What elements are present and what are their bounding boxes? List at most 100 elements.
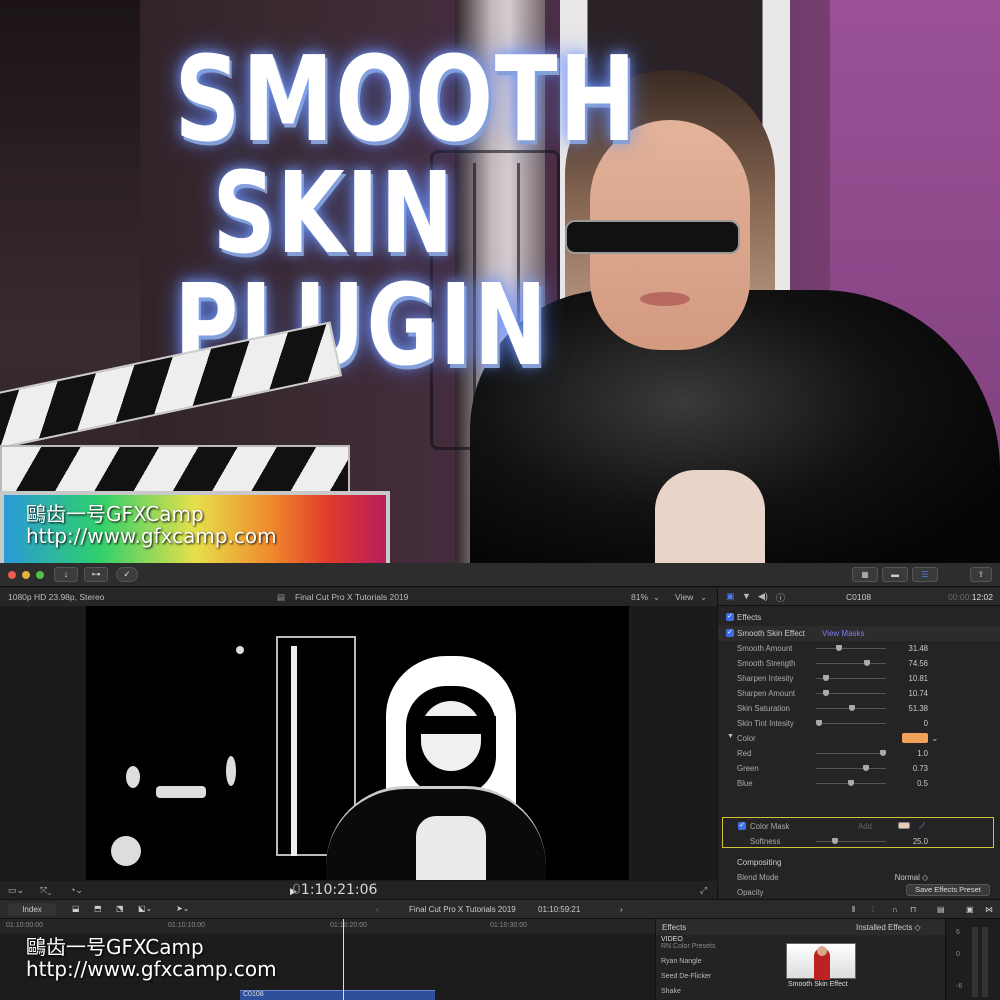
- color-channel-slider[interactable]: [816, 765, 886, 771]
- save-effects-preset-button[interactable]: Save Effects Preset: [906, 884, 990, 896]
- ruler-tick: 01:10:30:00: [490, 922, 527, 929]
- info-inspector-icon[interactable]: ⓘ: [776, 591, 785, 604]
- effect-param-value[interactable]: 74.56: [888, 659, 928, 668]
- slider-knob[interactable]: [863, 765, 869, 771]
- timeline-toggle-icon[interactable]: ▬: [882, 567, 908, 582]
- close-window-button[interactable]: [8, 571, 16, 579]
- slider-knob[interactable]: [848, 780, 854, 786]
- effect-param-row: Smooth Amount 31.48: [718, 641, 1000, 656]
- audio-skimming-icon[interactable]: ⫴: [852, 905, 855, 915]
- viewer-display-icon[interactable]: ▭⌄: [8, 885, 24, 896]
- color-inspector-icon[interactable]: ▼: [742, 591, 751, 601]
- color-channel-label: Red: [737, 749, 752, 758]
- list-item[interactable]: Seed De-Flicker: [661, 973, 711, 980]
- effect-param-slider[interactable]: [816, 705, 886, 711]
- effect-param-slider[interactable]: [816, 660, 886, 666]
- background-tasks-icon[interactable]: ✓: [116, 567, 138, 582]
- viewer[interactable]: [0, 606, 717, 881]
- slider-knob[interactable]: [816, 720, 822, 726]
- effect-thumbnail[interactable]: [786, 943, 856, 980]
- color-channel-value[interactable]: 0.73: [888, 764, 928, 773]
- ruler-tick: 01:10:10:00: [168, 922, 205, 929]
- transform-icon[interactable]: ⤧⌄: [40, 885, 51, 896]
- effects-category-list: VIDEO RN Color Presets Ryan Nangle Seed …: [656, 935, 778, 1000]
- color-channel-row: Red 1.0: [718, 746, 1000, 761]
- list-item[interactable]: Shake: [661, 988, 681, 995]
- effect-param-value[interactable]: 51.38: [888, 704, 928, 713]
- insert-clip-icon[interactable]: ⬒: [94, 904, 102, 913]
- effect-param-value[interactable]: 31.48: [888, 644, 928, 653]
- effect-param-slider[interactable]: [816, 675, 886, 681]
- forward-icon[interactable]: ›: [620, 905, 623, 914]
- speed-icon[interactable]: ◔⌄: [70, 885, 83, 896]
- headphones-icon[interactable]: ∩: [892, 905, 898, 914]
- select-tool-icon[interactable]: ➤⌄: [176, 904, 189, 913]
- browser-toggle-icon[interactable]: ▦: [852, 567, 878, 582]
- slider-knob[interactable]: [880, 750, 886, 756]
- color-mask-add[interactable]: Add: [858, 822, 872, 831]
- mask-color-swatch[interactable]: [898, 822, 910, 829]
- transitions-browser-icon[interactable]: ⋈: [985, 905, 993, 914]
- color-channel-slider[interactable]: [816, 780, 886, 786]
- audio-meters: 6 0 -6: [945, 919, 1000, 1000]
- effect-param-value[interactable]: 10.81: [888, 674, 928, 683]
- slider-knob[interactable]: [823, 690, 829, 696]
- zoom-menu[interactable]: 81%: [631, 592, 648, 602]
- skimming-icon[interactable]: ⫶: [872, 905, 874, 915]
- effect-param-slider[interactable]: [816, 645, 886, 651]
- color-channel-label: Blue: [737, 779, 753, 788]
- overwrite-clip-icon[interactable]: ⬕⌄: [138, 904, 152, 913]
- slider-knob[interactable]: [849, 705, 855, 711]
- smooth-skin-checkbox[interactable]: ✓: [726, 629, 734, 637]
- color-channel-slider[interactable]: [816, 750, 886, 756]
- zoom-window-button[interactable]: [36, 571, 44, 579]
- list-item[interactable]: Ryan Nangle: [661, 958, 701, 965]
- eyedropper-icon[interactable]: ⟋: [919, 821, 925, 832]
- watermark-name: 鷗齿一号GFXCamp: [26, 502, 204, 526]
- list-item[interactable]: RN Color Presets: [661, 943, 715, 950]
- effect-param-value[interactable]: 10.74: [888, 689, 928, 698]
- inspector-toggle-icon[interactable]: ☰: [912, 567, 938, 582]
- effect-param-value[interactable]: 0: [888, 719, 928, 728]
- color-well[interactable]: [902, 733, 928, 743]
- color-channel-value[interactable]: 1.0: [888, 749, 928, 758]
- category-header: VIDEO: [661, 936, 683, 943]
- effect-param-slider[interactable]: [816, 720, 886, 726]
- timeline-clip[interactable]: C0108: [240, 990, 435, 1000]
- view-masks-link[interactable]: View Masks: [822, 629, 865, 638]
- color-mask-checkbox[interactable]: ✓: [738, 822, 746, 830]
- installed-effects-menu[interactable]: Installed Effects ◇: [856, 923, 921, 932]
- title-line-2: SKIN: [212, 149, 455, 279]
- video-inspector-icon[interactable]: ▣: [726, 591, 735, 602]
- keyword-icon[interactable]: ⊶: [84, 567, 108, 582]
- append-clip-icon[interactable]: ⬔: [116, 904, 124, 913]
- fullscreen-icon[interactable]: ⤢: [700, 885, 707, 896]
- slider-knob[interactable]: [864, 660, 870, 666]
- clip-name: C0108: [846, 592, 872, 602]
- slider-knob[interactable]: [823, 675, 829, 681]
- share-icon[interactable]: ⇪: [970, 567, 992, 582]
- minimize-window-button[interactable]: [22, 571, 30, 579]
- effect-param-row: Skin Saturation 51.38: [718, 701, 1000, 716]
- effects-browser-icon[interactable]: ▣: [966, 905, 974, 914]
- connect-clip-icon[interactable]: ⬓: [72, 904, 80, 913]
- snapping-icon[interactable]: ⊓: [910, 905, 916, 914]
- slider-knob[interactable]: [836, 645, 842, 651]
- playhead[interactable]: [343, 919, 344, 1000]
- blend-mode-select[interactable]: Normal ◇: [868, 873, 928, 882]
- timeline-toolbar: Index ⬓ ⬒ ⬔ ⬕⌄ ➤⌄ ‹ Final Cut Pro X Tuto…: [0, 899, 1000, 919]
- chevron-down-icon[interactable]: ⌄: [931, 733, 939, 744]
- back-icon[interactable]: ‹: [376, 905, 379, 914]
- index-button[interactable]: Index: [8, 903, 56, 916]
- clip-appearance-icon[interactable]: ▤: [937, 905, 945, 914]
- import-icon[interactable]: ↓: [54, 567, 78, 582]
- disclosure-triangle-icon[interactable]: ▼: [727, 733, 734, 740]
- effect-param-slider[interactable]: [816, 690, 886, 696]
- view-menu[interactable]: View: [675, 592, 693, 602]
- effects-checkbox[interactable]: ✓: [726, 613, 734, 621]
- timeline-ruler[interactable]: 01:10:00:00 01:10:10:00 01:10:20:00 01:1…: [0, 919, 655, 933]
- softness-slider[interactable]: [816, 838, 886, 844]
- color-channel-value[interactable]: 0.5: [888, 779, 928, 788]
- timecode-display[interactable]: 01:10:21:06: [292, 882, 377, 898]
- audio-inspector-icon[interactable]: ◀): [758, 591, 768, 602]
